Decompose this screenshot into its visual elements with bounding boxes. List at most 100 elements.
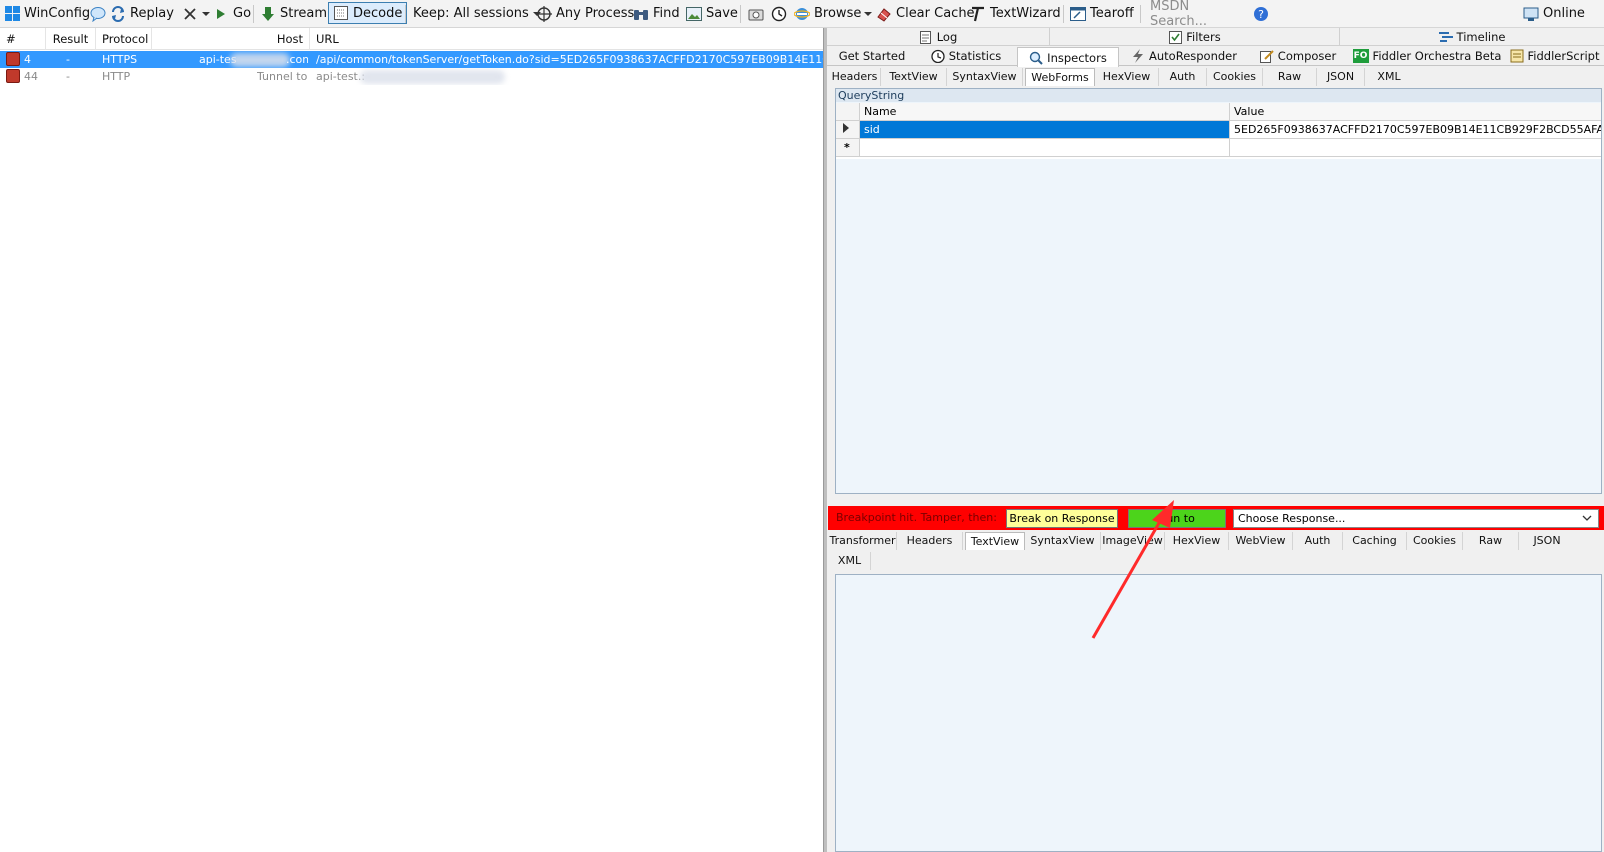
session-result: - (66, 53, 70, 66)
grid-new-value-cell[interactable] (1230, 139, 1601, 157)
tab-fiddlerscript[interactable]: FiddlerScript (1505, 47, 1604, 65)
resp-tab-headers[interactable]: Headers (897, 532, 963, 550)
resp-tab-webview[interactable]: WebView (1229, 532, 1293, 550)
save-button[interactable]: Save (686, 0, 738, 27)
grid-cell-name[interactable]: sid (860, 121, 1230, 139)
column-header-result[interactable]: Result (46, 28, 96, 50)
response-inspector-tabs: Transformer Headers TextView SyntaxView … (827, 531, 1604, 551)
script-scroll-icon (1510, 49, 1524, 63)
session-host-tail: .com (286, 53, 308, 66)
tearoff-label: Tearoff (1090, 6, 1134, 21)
grid-corner (836, 103, 860, 121)
winconfig-button[interactable]: WinConfig (4, 0, 90, 27)
tab-composer-label: Composer (1277, 49, 1337, 63)
req-tab-raw[interactable]: Raw (1263, 68, 1317, 86)
tab-get-started[interactable]: Get Started (827, 47, 917, 65)
tab-filters-label: Filters (1186, 30, 1221, 44)
req-tab-syntaxview[interactable]: SyntaxView (947, 68, 1023, 86)
replay-arrows-icon (110, 5, 126, 22)
resp-tab-transformer[interactable]: Transformer (829, 532, 897, 550)
find-button[interactable]: Find (633, 0, 680, 27)
replay-button[interactable]: Replay (90, 0, 174, 27)
run-to-completion-button[interactable]: Run to Completion (1128, 509, 1226, 542)
grid-new-name-cell[interactable] (860, 139, 1230, 157)
req-tab-auth[interactable]: Auth (1159, 68, 1207, 86)
req-tab-xml[interactable]: XML (1365, 68, 1413, 86)
camera-icon (748, 6, 764, 22)
tab-fiddler-orchestra[interactable]: FO Fiddler Orchestra Beta (1349, 47, 1505, 65)
winconfig-label: WinConfig (24, 6, 91, 21)
choose-response-value: Choose Response... (1238, 512, 1346, 525)
online-status[interactable]: Online (1523, 0, 1585, 27)
go-button[interactable]: Go (213, 0, 251, 27)
help-button[interactable]: ? (1253, 0, 1269, 27)
grid-header-value[interactable]: Value (1230, 103, 1601, 121)
timer-button[interactable] (771, 0, 787, 27)
find-label: Find (653, 6, 680, 21)
resp-tab-imageview[interactable]: ImageView (1101, 532, 1165, 550)
tab-statistics[interactable]: Statistics (917, 47, 1015, 65)
stream-button[interactable]: Stream (260, 0, 327, 27)
resp-tab-json[interactable]: JSON (1519, 532, 1575, 550)
tab-timeline[interactable]: Timeline (1339, 28, 1604, 46)
resp-tab-hexview[interactable]: HexView (1165, 532, 1229, 550)
main-toolbar: WinConfig Replay Go Stream Decode Keep: … (0, 0, 1604, 29)
replay-label: Replay (130, 6, 174, 21)
browse-button[interactable]: Browse (794, 0, 861, 27)
row-selector[interactable] (836, 121, 860, 139)
keep-label: Keep: All sessions (413, 6, 529, 21)
any-process-button[interactable]: Any Process (536, 0, 634, 27)
browse-label: Browse (814, 6, 862, 21)
resp-tab-auth[interactable]: Auth (1293, 532, 1343, 550)
tab-composer[interactable]: Composer (1247, 47, 1349, 65)
msdn-search-input[interactable]: MSDN Search... (1147, 0, 1249, 29)
tab-inspectors[interactable]: Inspectors (1017, 47, 1119, 67)
tab-fiddlerscript-label: FiddlerScript (1527, 49, 1600, 63)
resp-tab-textview[interactable]: TextView (965, 532, 1025, 550)
svg-text:?: ? (1258, 8, 1264, 21)
browse-dropdown[interactable] (864, 0, 872, 27)
column-header-host[interactable]: Host (152, 28, 310, 50)
choose-response-select[interactable]: Choose Response... (1233, 509, 1599, 528)
top-tab-row-2: Get Started Statistics Inspectors AutoRe… (827, 46, 1604, 67)
resp-tab-cookies[interactable]: Cookies (1407, 532, 1463, 550)
response-text-area[interactable] (835, 574, 1602, 852)
column-header-protocol[interactable]: Protocol (96, 28, 152, 50)
req-tab-json[interactable]: JSON (1317, 68, 1365, 86)
break-on-response-button[interactable]: Break on Response (1006, 509, 1118, 528)
req-tab-cookies[interactable]: Cookies (1207, 68, 1263, 86)
decode-button[interactable]: Decode (328, 2, 408, 24)
req-tab-webforms[interactable]: WebForms (1025, 68, 1095, 86)
remove-button[interactable] (182, 0, 210, 27)
tab-timeline-label: Timeline (1456, 30, 1506, 44)
session-row[interactable]: 4 - HTTPS api-tes .com /api/common/token… (0, 51, 823, 68)
keep-sessions-dropdown[interactable]: Keep: All sessions (413, 0, 541, 27)
screenshot-button[interactable] (748, 0, 764, 27)
request-inspector-tabs: Headers TextView SyntaxView WebForms Hex… (827, 67, 1604, 87)
magnifier-icon (1029, 51, 1043, 65)
session-row[interactable]: 44 - HTTP Tunnel to api-test.: (0, 68, 823, 85)
req-tab-headers[interactable]: Headers (829, 68, 881, 86)
clear-cache-button[interactable]: Clear Cache (876, 0, 975, 27)
tab-log[interactable]: Log (827, 28, 1049, 46)
textwizard-button[interactable]: TextWizard (970, 0, 1061, 27)
resp-tab-caching[interactable]: Caching (1343, 532, 1407, 550)
resp-tab-xml[interactable]: XML (829, 552, 871, 570)
top-tab-row-1: Log Filters Timeline (827, 28, 1604, 46)
tab-filters[interactable]: Filters (1049, 28, 1339, 46)
new-row-marker: * (836, 139, 860, 157)
column-header-url[interactable]: URL (310, 28, 823, 50)
tab-inspectors-label: Inspectors (1047, 50, 1107, 65)
resp-tab-raw[interactable]: Raw (1463, 532, 1519, 550)
column-header-number[interactable]: # (0, 28, 46, 50)
any-process-label: Any Process (556, 6, 635, 21)
response-inspector-tabs-row-2: XML (827, 551, 1604, 571)
tab-get-started-label: Get Started (838, 49, 906, 63)
grid-header-name[interactable]: Name (860, 103, 1230, 121)
resp-tab-syntaxview[interactable]: SyntaxView (1025, 532, 1101, 550)
req-tab-hexview[interactable]: HexView (1095, 68, 1159, 86)
tab-autoresponder[interactable]: AutoResponder (1121, 47, 1247, 65)
grid-cell-value[interactable]: 5ED265F0938637ACFFD2170C597EB09B14E11CB9… (1230, 121, 1601, 139)
tearoff-button[interactable]: Tearoff (1070, 0, 1134, 27)
req-tab-textview[interactable]: TextView (881, 68, 947, 86)
